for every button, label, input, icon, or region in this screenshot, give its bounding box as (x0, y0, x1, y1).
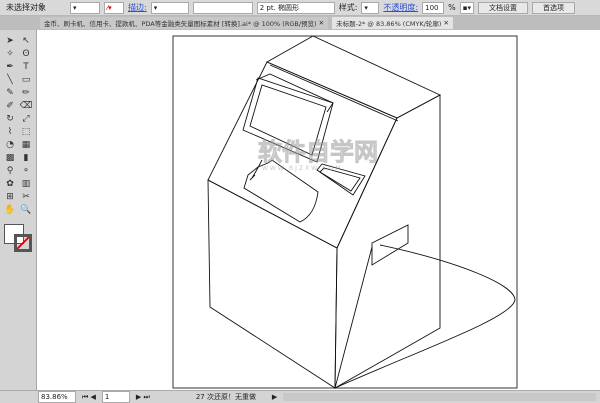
scale-icon[interactable]: ⤢ (18, 112, 34, 125)
type-icon[interactable]: T (18, 60, 34, 73)
tab-document-1[interactable]: 金币、刷卡机、信用卡、提款机、PDA等金融类矢量图标素材 [转换].ai* @ … (40, 17, 329, 29)
tab-label: 未标题-2* @ 83.86% (CMYK/轮廓) (336, 20, 442, 28)
preferences-button[interactable]: 首选项 (531, 1, 575, 14)
stroke-swatch[interactable] (14, 234, 32, 252)
eyedropper-icon[interactable]: ⚲ (2, 164, 18, 177)
status-bar: 83.86% ⏮ ◀ 1 ▶ ⏭ 27 次还原！无重做 ▶ (0, 390, 600, 403)
opacity-link[interactable]: 不透明度: (383, 2, 418, 13)
symbol-sprayer-icon[interactable]: ✿ (2, 177, 18, 190)
stroke-weight-input[interactable]: ▾ (150, 1, 189, 14)
close-icon[interactable]: ✕ (444, 19, 449, 27)
next-artboard-button[interactable]: ▶ ⏭ (136, 393, 150, 402)
selection-icon[interactable]: ➤ (2, 34, 18, 47)
watermark: 软件自学网 WWW.RJZXW.COM (258, 138, 379, 172)
perspective-icon[interactable]: ▦ (18, 138, 34, 151)
shape-builder-icon[interactable]: ◔ (2, 138, 18, 151)
line-icon[interactable]: ╲ (2, 73, 18, 86)
free-transform-icon[interactable]: ⬚ (18, 125, 34, 138)
pencil-icon[interactable]: ✏ (18, 86, 34, 99)
slice-icon[interactable]: ✂ (18, 190, 34, 203)
control-bar: 未选择对象 ▾ ⁄▾ 描边: ▾ 2 pt. 椭圆形 样式: ▾ 不透明度: 1… (0, 0, 600, 16)
artwork: 软件自学网 WWW.RJZXW.COM (172, 35, 518, 389)
opacity-input[interactable]: 100 (422, 1, 445, 14)
watermark-text: 软件自学网 (258, 138, 378, 166)
canvas[interactable]: 软件自学网 WWW.RJZXW.COM (38, 30, 600, 390)
warp-icon[interactable]: ⌇ (2, 125, 18, 138)
lasso-icon[interactable]: ʘ (18, 47, 34, 60)
stroke-link[interactable]: 描边: (128, 2, 147, 13)
toolbox: ➤ ↖ ✧ ʘ ✒ T ╲ ▭ ✎ ✏ ✐ ⌫ ↻ ⤢ ⌇ ⬚ ◔ ▦ ▩ ▮ ⚲ ⚬ ✿ ▥ ⊞ ✂ ✋ 🔍 (0, 30, 37, 390)
variable-width-select[interactable] (192, 1, 253, 14)
fill-swatch[interactable]: ▾ (70, 1, 100, 14)
pen-icon[interactable]: ✒ (2, 60, 18, 73)
artboard (172, 35, 518, 389)
zoom-icon[interactable]: 🔍 (18, 203, 34, 216)
document-setup-button[interactable]: 文档设置 (477, 1, 528, 14)
blob-brush-icon[interactable]: ✐ (2, 99, 18, 112)
opacity-unit: % (448, 3, 456, 12)
style-select[interactable]: ▾ (361, 1, 380, 14)
direct-selection-icon[interactable]: ↖ (18, 34, 34, 47)
tab-label: 金币、刷卡机、信用卡、提款机、PDA等金融类矢量图标素材 [转换].ai* @ … (44, 20, 317, 28)
style-label: 样式: (338, 3, 358, 12)
kiosk-drawing (207, 35, 516, 389)
eraser-icon[interactable]: ⌫ (18, 99, 34, 112)
fill-stroke-swatches[interactable] (2, 222, 34, 256)
watermark-subtext: WWW.RJZXW.COM (262, 165, 342, 172)
artboard-select[interactable]: 1 (101, 391, 130, 403)
selection-status: 未选择对象 (6, 3, 46, 12)
tab-document-2[interactable]: 未标题-2* @ 83.86% (CMYK/轮廓) ✕ (332, 17, 453, 29)
first-artboard-button[interactable]: ⏮ ◀ (82, 393, 96, 402)
column-graph-icon[interactable]: ▥ (18, 177, 34, 190)
rotate-icon[interactable]: ↻ (2, 112, 18, 125)
magic-wand-icon[interactable]: ✧ (2, 47, 18, 60)
artboard-icon[interactable]: ⊞ (2, 190, 18, 203)
blend-icon[interactable]: ⚬ (18, 164, 34, 177)
status-menu-button[interactable]: ▶ (272, 393, 277, 401)
zoom-select[interactable]: 83.86% (38, 391, 76, 403)
rectangle-icon[interactable]: ▭ (18, 73, 34, 86)
brush-profile-select[interactable]: 2 pt. 椭圆形 (256, 1, 335, 14)
horizontal-scrollbar[interactable] (283, 393, 596, 401)
close-icon[interactable]: ✕ (319, 19, 324, 27)
document-tabs: 金币、刷卡机、信用卡、提款机、PDA等金融类矢量图标素材 [转换].ai* @ … (0, 16, 600, 30)
gradient-icon[interactable]: ▮ (18, 151, 34, 164)
arrange-icon[interactable]: ▪▾ (459, 1, 474, 14)
mesh-icon[interactable]: ▩ (2, 151, 18, 164)
stroke-swatch[interactable]: ⁄▾ (104, 1, 124, 14)
paintbrush-icon[interactable]: ✎ (2, 86, 18, 99)
status-message: 27 次还原！无重做 (195, 393, 256, 401)
hand-icon[interactable]: ✋ (2, 203, 18, 216)
